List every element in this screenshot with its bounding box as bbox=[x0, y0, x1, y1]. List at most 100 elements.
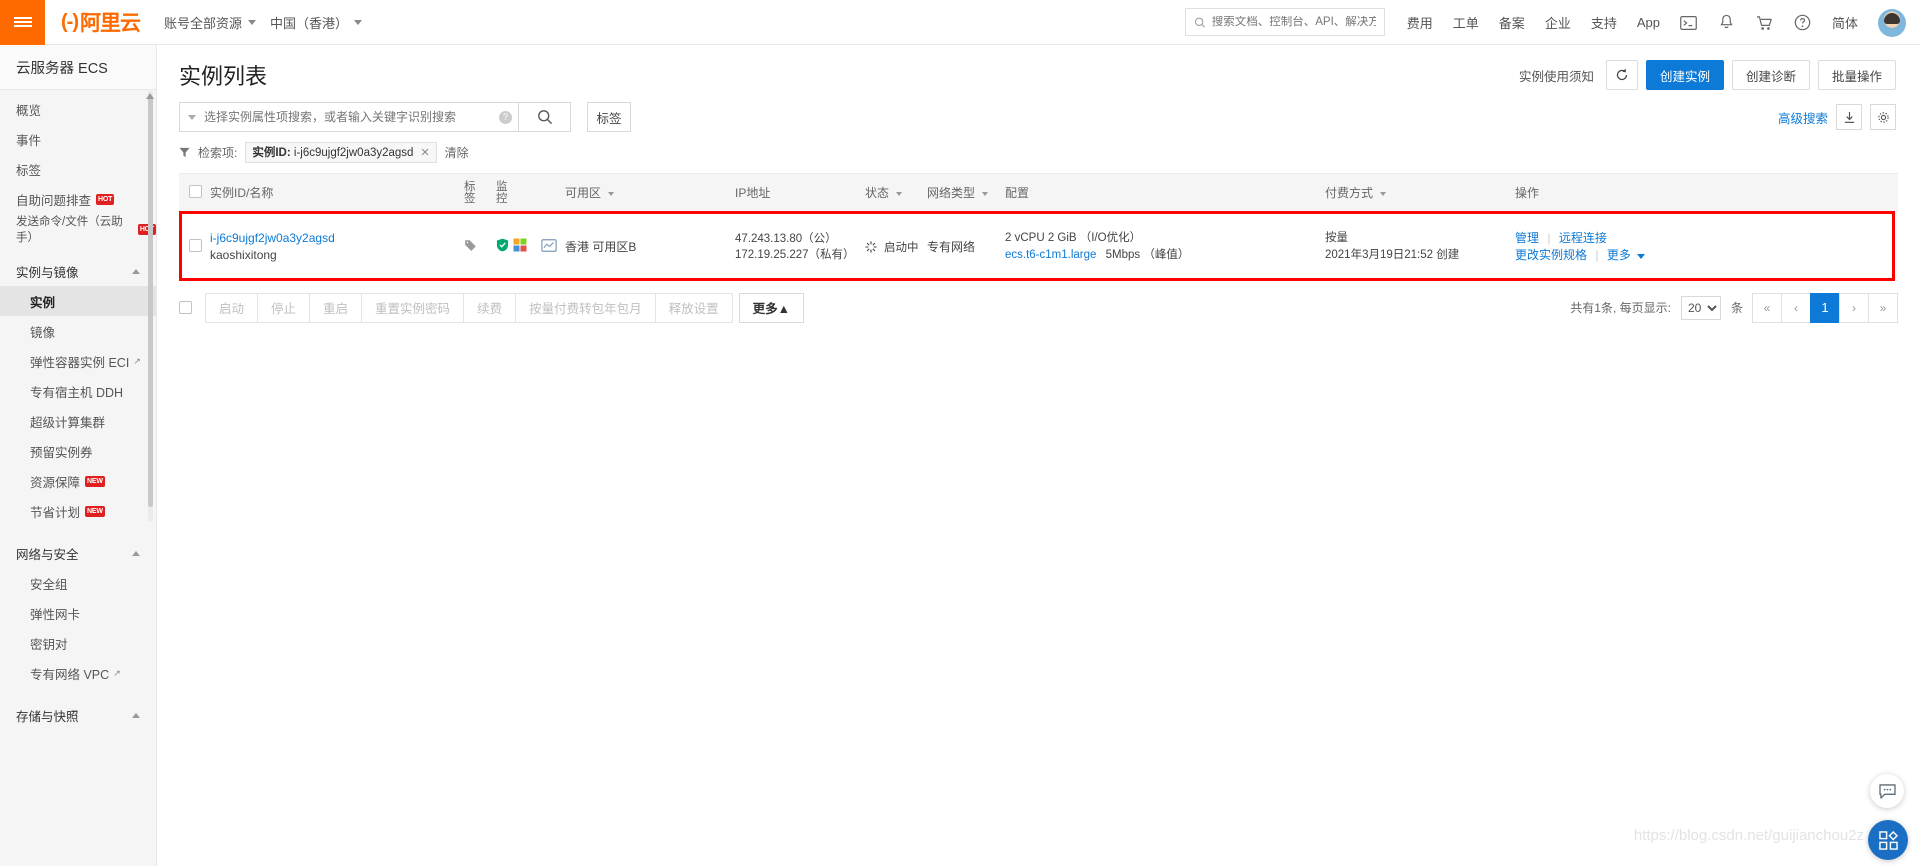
sidebar-item-self-troubleshoot[interactable]: 自助问题排查 HOT bbox=[0, 184, 156, 214]
bulk-select-checkbox[interactable] bbox=[179, 301, 192, 314]
start-button[interactable]: 启动 bbox=[205, 292, 259, 323]
settings-button[interactable] bbox=[1870, 104, 1896, 130]
sidebar-item-resource-assurance[interactable]: 资源保障 NEW bbox=[0, 466, 156, 496]
last-page-button[interactable]: » bbox=[1868, 292, 1898, 323]
instance-search-box[interactable]: ? bbox=[179, 102, 519, 132]
nav-fee[interactable]: 费用 bbox=[1407, 13, 1433, 32]
cloud-monitor-icon[interactable] bbox=[513, 238, 527, 255]
tag-filter-button[interactable]: 标签 bbox=[587, 102, 631, 132]
question-icon[interactable]: ? bbox=[499, 110, 512, 124]
instance-search-input[interactable] bbox=[204, 110, 493, 124]
region-selector[interactable]: 中国（香港） bbox=[270, 13, 363, 32]
monitor-screen-icon[interactable] bbox=[541, 238, 557, 255]
clear-filters-link[interactable]: 清除 bbox=[445, 144, 469, 161]
instance-notice-link[interactable]: 实例使用须知 bbox=[1519, 66, 1594, 85]
batch-operation-button[interactable]: 批量操作 bbox=[1817, 60, 1896, 90]
sidebar-item-instances[interactable]: 实例 bbox=[0, 286, 156, 316]
download-button[interactable] bbox=[1836, 104, 1862, 130]
advanced-search-link[interactable]: 高级搜索 bbox=[1778, 108, 1828, 127]
nav-support[interactable]: 支持 bbox=[1591, 13, 1617, 32]
renew-button[interactable]: 续费 bbox=[463, 292, 517, 323]
chevron-down-icon[interactable] bbox=[1637, 253, 1646, 259]
language-switch[interactable]: 简体 bbox=[1832, 13, 1858, 32]
sidebar-item-eci[interactable]: 弹性容器实例 ECI ↗ bbox=[0, 346, 156, 376]
sidebar-item-reserved-instance[interactable]: 预留实例券 bbox=[0, 436, 156, 466]
page-1-button[interactable]: 1 bbox=[1810, 292, 1840, 323]
header-zone-label: 可用区 bbox=[565, 186, 602, 200]
change-spec-link[interactable]: 更改实例规格 bbox=[1515, 248, 1587, 262]
page-size-select[interactable]: 20 bbox=[1680, 295, 1721, 320]
convert-to-subscription-button[interactable]: 按量付费转包年包月 bbox=[515, 292, 656, 323]
restart-button[interactable]: 重启 bbox=[309, 292, 363, 323]
cell-instance: i-j6c9ujgf2jw0a3y2agsd kaoshixitong bbox=[206, 211, 460, 282]
header-network-type[interactable]: 网络类型 bbox=[923, 173, 1001, 212]
avatar[interactable] bbox=[1878, 8, 1906, 37]
more-button[interactable]: 更多▲ bbox=[738, 292, 804, 323]
table-row[interactable]: i-j6c9ujgf2jw0a3y2agsd kaoshixitong 香港 可… bbox=[179, 211, 1898, 282]
chevron-down-icon bbox=[608, 191, 615, 196]
tag-icon[interactable] bbox=[464, 240, 477, 255]
stop-button[interactable]: 停止 bbox=[257, 292, 311, 323]
prev-page-button[interactable]: ‹ bbox=[1781, 292, 1811, 323]
nav-beian[interactable]: 备案 bbox=[1499, 13, 1525, 32]
main-content: 实例列表 实例使用须知 创建实例 创建诊断 批量操作 ? bbox=[157, 45, 1920, 866]
cart-icon[interactable] bbox=[1756, 14, 1774, 32]
sidebar-item-vpc[interactable]: 专有网络 VPC ↗ bbox=[0, 658, 156, 688]
header-payment[interactable]: 付费方式 bbox=[1321, 173, 1511, 212]
release-settings-button[interactable]: 释放设置 bbox=[654, 292, 733, 323]
create-diagnosis-button[interactable]: 创建诊断 bbox=[1731, 60, 1810, 90]
refresh-button[interactable] bbox=[1605, 60, 1638, 90]
sidebar-item-events[interactable]: 事件 bbox=[0, 124, 156, 154]
bell-icon[interactable] bbox=[1718, 14, 1736, 32]
sidebar-item-ddh[interactable]: 专有宿主机 DDH bbox=[0, 376, 156, 406]
sidebar-item-security-group[interactable]: 安全组 bbox=[0, 568, 156, 598]
feedback-button[interactable] bbox=[1868, 820, 1908, 860]
shield-icon[interactable] bbox=[496, 238, 509, 255]
global-search-box[interactable] bbox=[1185, 8, 1385, 36]
ip-public: 47.243.13.80（公） bbox=[735, 232, 837, 245]
sidebar-item-tags[interactable]: 标签 bbox=[0, 154, 156, 184]
remote-connect-link[interactable]: 远程连接 bbox=[1559, 231, 1607, 245]
sidebar-group-instance-image[interactable]: 实例与镜像 bbox=[0, 256, 156, 286]
first-page-button[interactable]: « bbox=[1752, 292, 1782, 323]
sidebar-item-key-pair[interactable]: 密钥对 bbox=[0, 628, 156, 658]
row-checkbox[interactable] bbox=[189, 238, 202, 252]
sidebar-item-overview[interactable]: 概览 bbox=[0, 94, 156, 124]
sidebar-group-network-security[interactable]: 网络与安全 bbox=[0, 538, 156, 568]
hamburger-icon[interactable] bbox=[0, 0, 45, 45]
chat-button[interactable] bbox=[1870, 774, 1904, 808]
manage-link[interactable]: 管理 bbox=[1515, 231, 1539, 245]
nav-app[interactable]: App bbox=[1637, 15, 1660, 30]
top-nav: 费用 工单 备案 企业 支持 App 简体 bbox=[1407, 0, 1906, 45]
search-button[interactable] bbox=[519, 102, 571, 132]
nav-enterprise[interactable]: 企业 bbox=[1545, 13, 1571, 32]
chevron-down-icon bbox=[248, 19, 256, 25]
nav-ticket[interactable]: 工单 bbox=[1453, 13, 1479, 32]
instance-type-link[interactable]: ecs.t6-c1m1.large bbox=[1005, 249, 1096, 261]
sidebar-item-eni[interactable]: 弹性网卡 bbox=[0, 598, 156, 628]
scroll-up-arrow-icon[interactable] bbox=[145, 91, 155, 101]
row-select-cell bbox=[179, 211, 206, 282]
select-all-checkbox[interactable] bbox=[189, 184, 202, 198]
global-search-input[interactable] bbox=[1211, 16, 1376, 28]
sidebar-item-scc[interactable]: 超级计算集群 bbox=[0, 406, 156, 436]
chevron-down-icon[interactable] bbox=[188, 114, 196, 120]
sidebar-scrollbar-thumb[interactable] bbox=[148, 97, 153, 507]
terminal-icon[interactable] bbox=[1680, 14, 1698, 32]
more-actions-link[interactable]: 更多 bbox=[1607, 248, 1631, 262]
header-zone[interactable]: 可用区 bbox=[561, 173, 731, 212]
close-icon[interactable]: ✕ bbox=[420, 146, 429, 159]
sidebar-item-images[interactable]: 镜像 bbox=[0, 316, 156, 346]
header-status[interactable]: 状态 bbox=[861, 173, 923, 212]
sidebar-item-send-command[interactable]: 发送命令/文件（云助手） HOT bbox=[0, 214, 156, 244]
alibaba-cloud-logo[interactable]: (-) 阿里云 bbox=[61, 7, 141, 37]
sidebar-group-storage-snapshot[interactable]: 存储与快照 bbox=[0, 700, 156, 730]
help-icon[interactable] bbox=[1794, 14, 1812, 32]
cell-status: 启动中 bbox=[861, 211, 923, 282]
resource-scope-selector[interactable]: 账号全部资源 bbox=[164, 13, 256, 32]
reset-password-button[interactable]: 重置实例密码 bbox=[361, 292, 465, 323]
next-page-button[interactable]: › bbox=[1839, 292, 1869, 323]
create-instance-button[interactable]: 创建实例 bbox=[1645, 60, 1724, 90]
sidebar-item-savings-plan[interactable]: 节省计划 NEW bbox=[0, 496, 156, 526]
instance-id-link[interactable]: i-j6c9ujgf2jw0a3y2agsd bbox=[210, 231, 456, 245]
